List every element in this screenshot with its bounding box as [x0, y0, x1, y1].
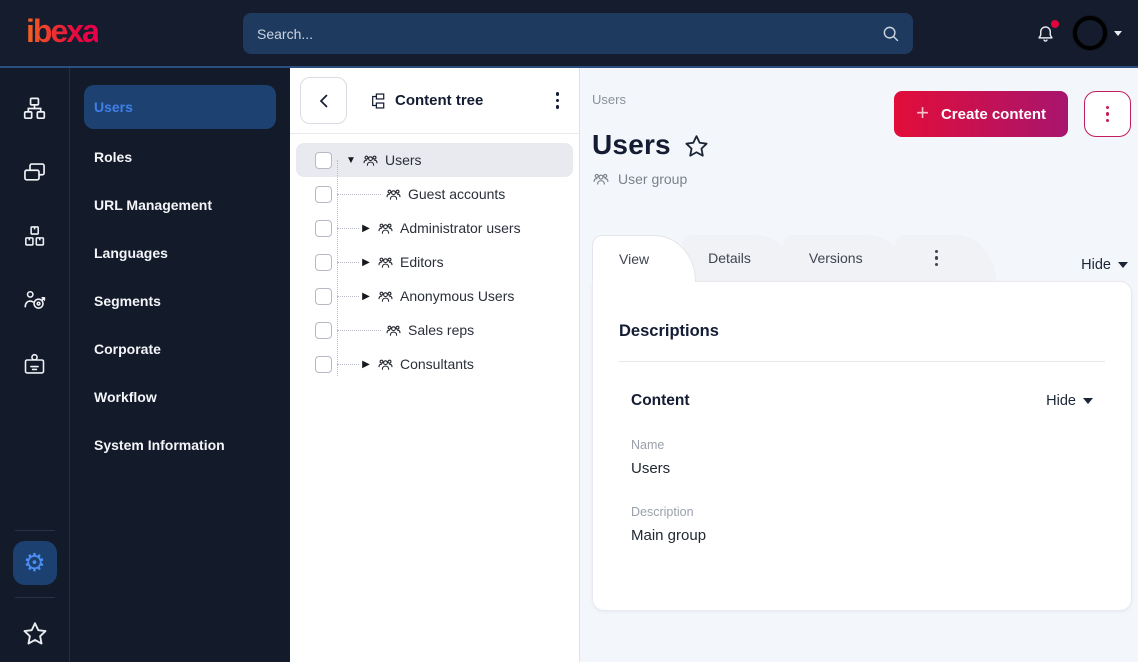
admin-sidebar: Users Roles URL Management Languages Seg… [70, 68, 290, 662]
tree-checkbox[interactable] [315, 287, 332, 305]
tab-bar: View Details Versions Hide [592, 235, 1132, 282]
settings-button[interactable]: ⚙ [12, 541, 57, 585]
sidebar-item-corporate[interactable]: Corporate [84, 331, 276, 367]
content-type-label: User group [592, 170, 1132, 188]
caret-expanded-icon[interactable]: ▼ [344, 155, 358, 166]
divider [619, 361, 1105, 362]
page-title: Users [592, 129, 671, 160]
search-icon[interactable] [880, 23, 901, 44]
gear-icon: ⚙ [23, 548, 46, 577]
main-content: Users + Create content Users User group [580, 68, 1138, 662]
user-group-icon [377, 220, 394, 237]
global-search [243, 13, 913, 54]
tree-checkbox[interactable] [315, 321, 332, 339]
header-actions: + Create content [894, 91, 1131, 137]
icon-rail: ⚙ [0, 68, 70, 662]
field-value-description: Main group [631, 527, 707, 544]
hide-section-button[interactable]: Hide [1046, 393, 1093, 409]
caret-collapsed-icon[interactable]: ▶ [359, 257, 373, 268]
content-tree-title: Content tree [395, 92, 484, 109]
sidebar-item-languages[interactable]: Languages [84, 235, 276, 271]
field-value-name: Users [631, 460, 671, 477]
card-heading: Descriptions [619, 322, 719, 340]
favorites-button[interactable] [21, 620, 49, 648]
user-group-icon [592, 170, 610, 188]
sidebar-item-label: Users [94, 99, 133, 115]
tree-guide-line [337, 160, 338, 376]
sitemap-icon[interactable] [15, 88, 55, 128]
content-tree-header: Content tree [290, 68, 579, 134]
more-options-button[interactable] [1084, 91, 1131, 137]
kebab-icon [1100, 100, 1116, 129]
top-bar: ibexa [0, 0, 1138, 68]
content-tree-panel: Content tree ▼ Users Guest accounts ▶ Ad… [290, 68, 580, 662]
app-window: ibexa Search... ⚙ Users Roles URL Manage… [0, 0, 1138, 662]
content-tree-icon [372, 92, 385, 109]
avatar [1073, 16, 1107, 50]
sidebar-item-label: Corporate [94, 341, 161, 357]
ibexa-logo[interactable]: ibexa [26, 15, 100, 51]
plus-icon: + [916, 100, 929, 125]
sidebar-item-workflow[interactable]: Workflow [84, 379, 276, 415]
personalization-icon[interactable] [15, 280, 55, 320]
caret-collapsed-icon[interactable]: ▶ [359, 291, 373, 302]
search-input[interactable] [243, 13, 913, 54]
tree-checkbox[interactable] [315, 151, 332, 169]
caret-collapsed-icon[interactable]: ▶ [359, 359, 373, 370]
content-tree-list: ▼ Users Guest accounts ▶ Administrator u… [290, 134, 579, 381]
field-label-description: Description [631, 505, 694, 519]
descriptions-card: Descriptions Content Hide Name Users Des… [592, 281, 1132, 611]
sidebar-item-label: URL Management [94, 197, 212, 213]
user-group-icon [377, 254, 394, 271]
user-group-icon [385, 322, 402, 339]
star-icon [21, 620, 49, 648]
caret-down-icon [1118, 262, 1128, 268]
section-heading: Content [631, 392, 690, 409]
badge-icon[interactable] [15, 344, 55, 384]
user-group-icon [377, 288, 394, 305]
user-group-icon [362, 152, 379, 169]
chevron-left-icon [319, 94, 327, 107]
rail-divider [14, 530, 55, 531]
favorite-star-icon[interactable] [683, 133, 710, 160]
sidebar-item-url-management[interactable]: URL Management [84, 187, 276, 223]
caret-down-icon [1114, 30, 1122, 36]
tab-more-button[interactable] [894, 235, 997, 281]
user-group-icon [377, 356, 394, 373]
caret-collapsed-icon[interactable]: ▶ [359, 223, 373, 234]
tree-checkbox[interactable] [315, 253, 332, 271]
tree-options-button[interactable] [550, 86, 566, 115]
caret-down-icon [1083, 398, 1093, 404]
sidebar-item-system-information[interactable]: System Information [84, 427, 276, 463]
content-icon[interactable] [15, 152, 55, 192]
tree-checkbox[interactable] [315, 219, 332, 237]
create-content-button[interactable]: + Create content [894, 91, 1068, 137]
tab-view[interactable]: View [592, 235, 697, 282]
products-icon[interactable] [15, 216, 55, 256]
notifications-button[interactable] [1034, 20, 1059, 46]
user-menu[interactable] [1073, 16, 1122, 50]
rail-divider [14, 597, 55, 598]
user-group-icon [385, 186, 402, 203]
sidebar-item-label: Workflow [94, 389, 157, 405]
field-label-name: Name [631, 438, 665, 452]
collapse-tree-button[interactable] [300, 77, 347, 124]
tree-checkbox[interactable] [315, 185, 332, 203]
kebab-icon [929, 244, 945, 273]
sidebar-item-users[interactable]: Users [84, 85, 276, 129]
sidebar-item-label: Segments [94, 293, 161, 309]
sidebar-item-label: System Information [94, 437, 225, 453]
tree-checkbox[interactable] [315, 355, 332, 373]
tab-details[interactable]: Details [682, 235, 797, 281]
sidebar-item-segments[interactable]: Segments [84, 283, 276, 319]
sidebar-item-label: Roles [94, 149, 133, 165]
sidebar-item-roles[interactable]: Roles [84, 139, 276, 175]
sidebar-item-label: Languages [94, 245, 168, 261]
hide-tabs-button[interactable]: Hide [1081, 257, 1128, 273]
notification-dot [1051, 20, 1059, 28]
topbar-actions [1034, 16, 1122, 50]
tab-versions[interactable]: Versions [782, 235, 909, 281]
